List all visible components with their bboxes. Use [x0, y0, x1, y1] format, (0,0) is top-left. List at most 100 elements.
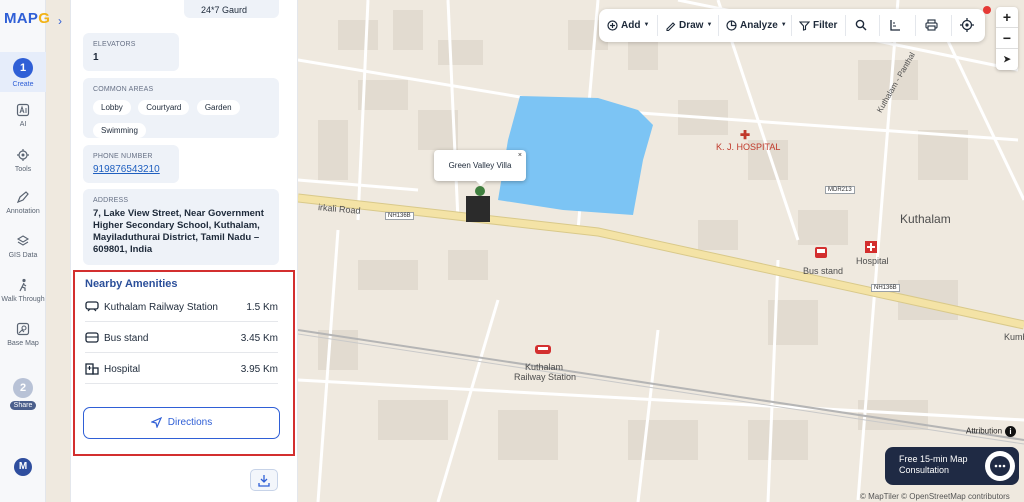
amenity-row[interactable]: Bus stand 3.45 Km — [85, 323, 278, 353]
chat-bubble-icon[interactable] — [985, 451, 1015, 481]
train-icon — [85, 301, 99, 312]
map-label-kj-hospital: K. J. HOSPITAL — [716, 142, 781, 152]
download-button[interactable] — [250, 469, 278, 491]
map-copyright: © MapTiler © OpenStreetMap contributors — [860, 492, 1010, 501]
address-label: ADDRESS — [93, 197, 129, 204]
common-areas-chips: Lobby Courtyard Garden Swimming — [93, 97, 269, 143]
chevron-right-icon[interactable]: › — [58, 14, 62, 28]
rail-item-create[interactable]: 1 Create — [0, 52, 46, 92]
annotation-pen-icon — [16, 191, 29, 204]
crosshair-icon — [960, 18, 974, 33]
info-icon: i — [1005, 426, 1017, 437]
amenity-row[interactable]: Kuthalam Railway Station 1.5 Km — [85, 292, 278, 322]
consultation-banner[interactable]: Free 15-min Map Consultation — [885, 447, 1019, 485]
map-label-hospital: Hospital — [856, 256, 889, 266]
common-areas-label: COMMON AREAS — [93, 86, 154, 93]
measure-button[interactable] — [889, 9, 904, 42]
zoom-in-button[interactable]: + — [996, 7, 1018, 28]
rail-label: Walk Through — [1, 296, 45, 303]
phone-card: PHONE NUMBER 919876543210 — [83, 145, 179, 183]
property-popup[interactable]: Green Valley Villa × — [434, 150, 526, 186]
chip-lobby: Lobby — [93, 100, 131, 115]
road-shield-nh136b: NH136B — [385, 212, 414, 220]
ai-icon — [16, 103, 30, 117]
hospital-cross-icon[interactable]: ✚ — [740, 128, 750, 142]
add-label: Add — [621, 20, 641, 32]
rail-label: Annotation — [6, 208, 40, 215]
rail-label: Tools — [14, 166, 32, 173]
filter-icon — [798, 21, 811, 31]
rail-item-base-map[interactable]: Base Map — [0, 322, 46, 347]
caret-down-icon: ▼ — [706, 22, 713, 28]
search-icon — [855, 20, 867, 31]
toolbar-divider — [951, 15, 952, 36]
amenity-row[interactable]: Hospital 3.95 Km — [85, 354, 278, 384]
bus-stand-icon[interactable] — [814, 246, 828, 260]
map-label-kumb: Kumb — [1004, 332, 1024, 342]
toolbar-divider — [879, 15, 880, 36]
common-areas-card: COMMON AREAS Lobby Courtyard Garden Swim… — [83, 78, 279, 138]
step-2-badge: 2 — [13, 378, 33, 398]
toolbar-divider — [657, 15, 658, 36]
elevators-label: ELEVATORS — [93, 41, 136, 48]
road-shield-nh136b-east: NH136B — [871, 284, 900, 292]
security-value: 24*7 Gaurd — [201, 5, 248, 15]
locate-button[interactable] — [960, 9, 977, 42]
zoom-out-button[interactable]: − — [996, 28, 1018, 49]
nearby-amenities-title: Nearby Amenities — [85, 278, 178, 290]
address-card: ADDRESS 7, Lake View Street, Near Govern… — [83, 189, 279, 265]
compass-button[interactable]: ➤ — [996, 49, 1018, 70]
map-base-layer — [298, 0, 1024, 502]
toolbar-close-badge[interactable] — [983, 6, 991, 14]
address-value: 7, Lake View Street, Near Government Hig… — [93, 208, 264, 255]
rail-item-walk-through[interactable]: Walk Through — [0, 278, 46, 303]
print-button[interactable] — [925, 9, 941, 42]
draw-button[interactable]: Draw ▼ — [665, 9, 712, 42]
map-label-railway-l1: Kuthalam — [525, 362, 564, 372]
railway-station-icon[interactable] — [534, 343, 552, 357]
amenity-name: Hospital — [104, 364, 141, 375]
analyze-button[interactable]: Analyze ▼ — [726, 9, 787, 42]
left-nav-rail: MAPG 1 Create AI Tools Annotation GIS Da… — [0, 0, 50, 502]
printer-icon — [925, 19, 938, 31]
directions-button[interactable]: Directions — [83, 407, 280, 439]
popup-close-button[interactable]: × — [518, 140, 522, 171]
rail-item-annotation[interactable]: Annotation — [0, 190, 46, 215]
pie-chart-icon — [726, 20, 737, 31]
base-map-icon — [16, 322, 30, 336]
amenity-name: Kuthalam Railway Station — [104, 302, 218, 313]
search-button[interactable] — [855, 9, 870, 42]
layers-icon — [16, 235, 30, 246]
hospital-poi-icon[interactable] — [864, 240, 878, 254]
rail-item-share[interactable]: 2 Share — [0, 378, 46, 410]
nearby-amenities-section: Nearby Amenities Kuthalam Railway Statio… — [73, 270, 295, 456]
elevators-value: 1 — [93, 52, 99, 63]
rail-label: Base Map — [7, 340, 39, 347]
user-avatar[interactable]: M — [14, 458, 32, 476]
add-button[interactable]: Add ▼ — [607, 9, 649, 42]
toolbar-divider — [845, 15, 846, 36]
map-label-kuthalam: Kuthalam — [900, 212, 951, 226]
filter-label: Filter — [813, 20, 838, 31]
logo-text-prefix: MAP — [4, 10, 39, 27]
amenity-distance: 3.95 Km — [240, 364, 278, 375]
toolbar-divider — [915, 15, 916, 36]
toolbar-divider — [791, 15, 792, 36]
rail-item-ai[interactable]: AI — [0, 103, 46, 128]
filter-button[interactable]: Filter — [798, 9, 838, 42]
attribution-label: Attribution — [966, 426, 1003, 436]
map-canvas[interactable]: K. J. HOSPITAL ✚ irkali Road Kuthalam Bu… — [298, 0, 1024, 502]
chip-swimming: Swimming — [93, 123, 146, 138]
chip-courtyard: Courtyard — [138, 100, 190, 115]
navigation-arrow-icon — [149, 416, 162, 429]
amenity-distance: 3.45 Km — [240, 333, 278, 344]
rail-item-gis-data[interactable]: GIS Data — [0, 234, 46, 259]
toolbar-divider — [718, 15, 719, 36]
attribution-toggle[interactable]: Attribution i — [966, 426, 1017, 437]
app-logo[interactable]: MAPG — [4, 10, 50, 27]
rail-item-tools[interactable]: Tools — [0, 148, 46, 173]
zoom-controls: + − ➤ — [996, 7, 1018, 70]
phone-link[interactable]: 919876543210 — [93, 164, 169, 175]
chip-garden: Garden — [196, 100, 240, 115]
pencil-icon — [666, 22, 676, 32]
